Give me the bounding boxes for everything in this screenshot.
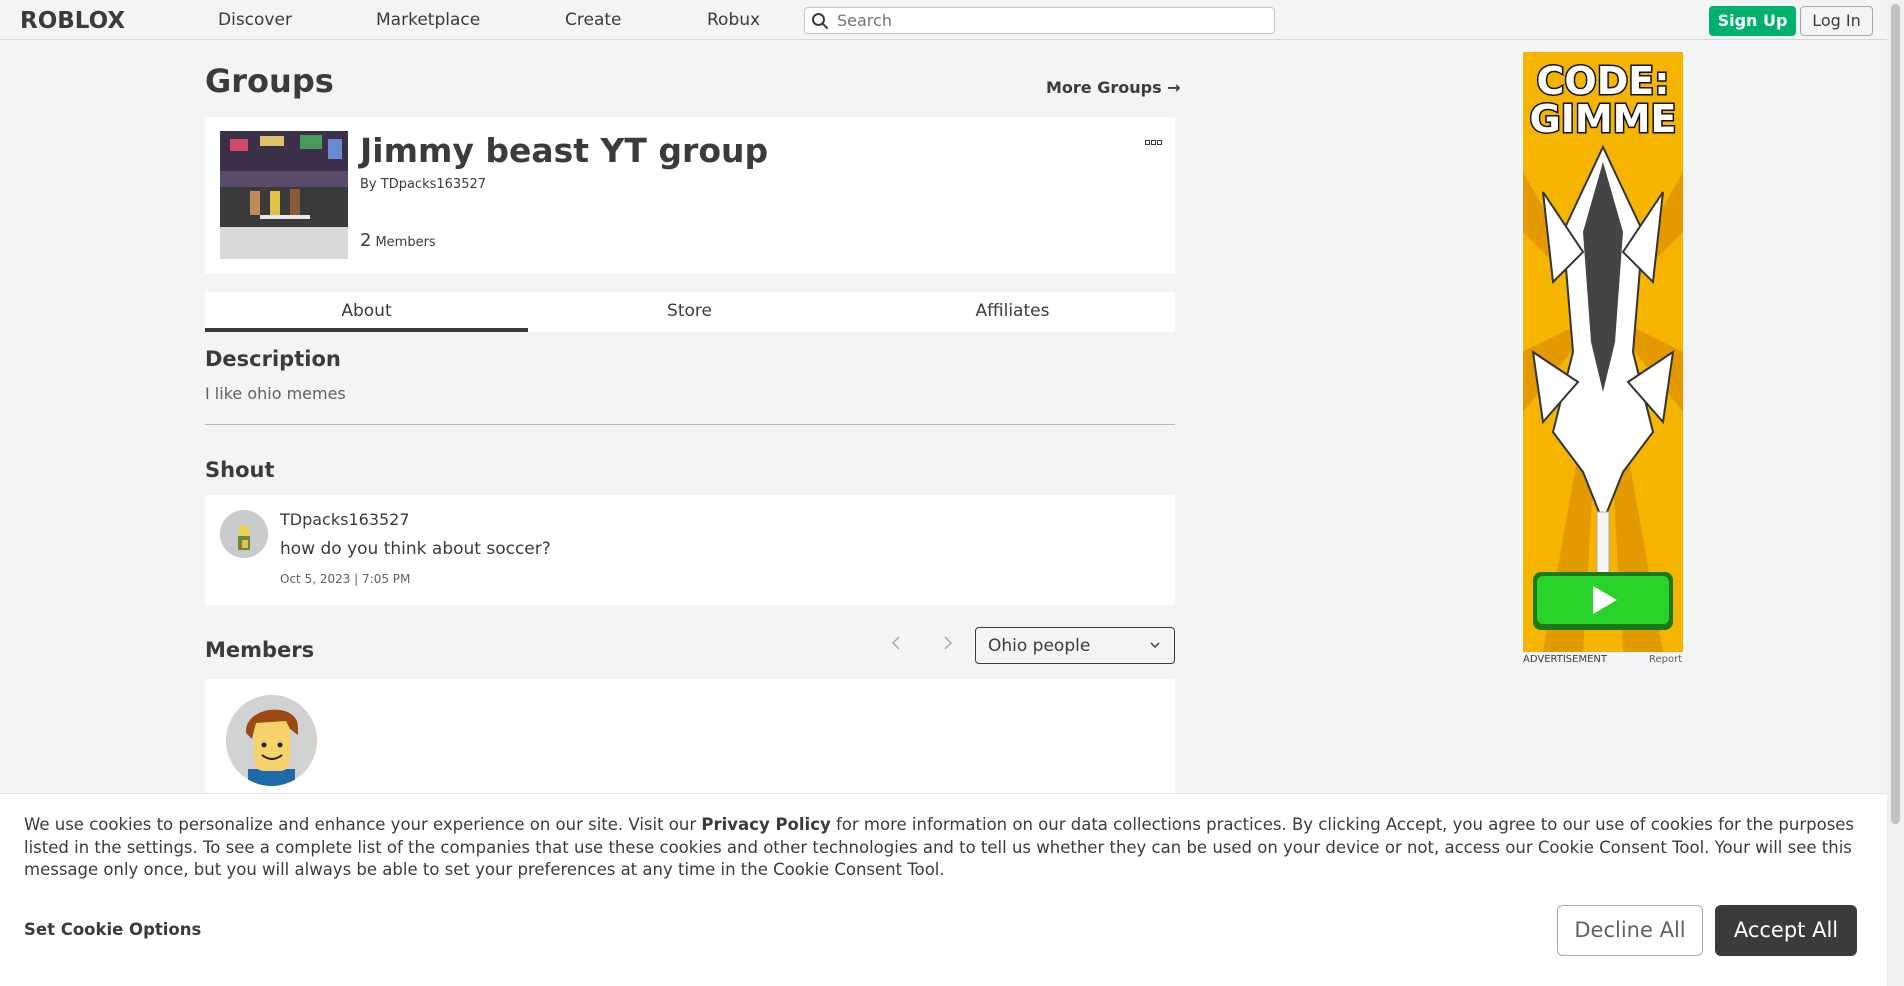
nav-marketplace[interactable]: Marketplace — [376, 10, 480, 30]
chevron-down-icon — [1150, 642, 1160, 649]
search-box[interactable] — [804, 7, 1275, 34]
scrollbar[interactable] — [1887, 0, 1904, 986]
tab-about[interactable]: About — [205, 292, 528, 332]
accept-all-button[interactable]: Accept All — [1715, 905, 1857, 956]
report-ad-link[interactable]: Report — [1649, 654, 1682, 665]
description-text: I like ohio memes — [205, 384, 346, 403]
ad-headline-2: GIMME — [1530, 97, 1677, 141]
by-prefix: By — [360, 177, 377, 192]
nav-create[interactable]: Create — [565, 10, 622, 30]
roblox-logo[interactable]: ROBLOX — [20, 8, 125, 34]
description-heading: Description — [205, 347, 341, 371]
group-owner-line: By TDpacks163527 — [360, 177, 486, 192]
top-navigation: ROBLOX Discover Marketplace Create Robux… — [0, 0, 1887, 40]
group-thumbnail — [220, 131, 348, 259]
search-icon — [812, 13, 828, 29]
search-input[interactable] — [837, 10, 1257, 31]
divider — [205, 424, 1175, 425]
shout-username[interactable]: TDpacks163527 — [280, 510, 410, 529]
advertisement-label: ADVERTISEMENT — [1523, 654, 1608, 665]
chevron-right-icon[interactable] — [938, 631, 958, 655]
role-dropdown[interactable]: Ohio people — [975, 627, 1175, 664]
member-count: 2 Members — [360, 230, 436, 251]
cookie-text: We use cookies to personalize and enhanc… — [24, 814, 1874, 882]
group-owner-link[interactable]: TDpacks163527 — [381, 177, 486, 192]
shout-card: TDpacks163527 how do you think about soc… — [205, 495, 1175, 605]
log-in-button[interactable]: Log In — [1800, 6, 1873, 36]
avatar[interactable] — [220, 510, 268, 558]
more-groups-link[interactable]: More Groups → — [1046, 78, 1181, 97]
cookie-text-before: We use cookies to personalize and enhanc… — [24, 815, 702, 834]
avatar[interactable] — [226, 695, 317, 786]
group-tabs: About Store Affiliates — [205, 292, 1175, 332]
sign-up-button[interactable]: Sign Up — [1709, 6, 1796, 36]
role-selected-value: Ohio people — [988, 636, 1091, 656]
member-count-label: Members — [375, 235, 436, 250]
chevron-left-icon[interactable] — [886, 631, 906, 655]
headline-text: CODE: GIMME — [1528, 58, 1678, 143]
tab-affiliates[interactable]: Affiliates — [851, 292, 1174, 332]
nav-discover[interactable]: Discover — [218, 10, 292, 30]
advertisement-banner[interactable]: CODE: GIMME — [1523, 52, 1683, 652]
shout-timestamp: Oct 5, 2023 | 7:05 PM — [280, 572, 411, 586]
nav-robux[interactable]: Robux — [707, 10, 760, 30]
more-dots-icon[interactable] — [1145, 135, 1163, 151]
cookie-banner: We use cookies to personalize and enhanc… — [0, 793, 1887, 986]
shout-message: how do you think about soccer? — [280, 539, 551, 559]
privacy-policy-link[interactable]: Privacy Policy — [701, 815, 830, 834]
page-title: Groups — [205, 62, 334, 100]
set-cookie-options-link[interactable]: Set Cookie Options — [24, 920, 201, 939]
member-count-value: 2 — [360, 230, 372, 251]
group-name: Jimmy beast YT group — [360, 131, 769, 170]
group-header-card: Jimmy beast YT group By TDpacks163527 2M… — [205, 117, 1175, 274]
shout-heading: Shout — [205, 458, 275, 482]
decline-all-button[interactable]: Decline All — [1557, 905, 1703, 956]
scrollbar-thumb[interactable] — [1891, 4, 1900, 824]
members-heading: Members — [205, 638, 315, 662]
tab-store[interactable]: Store — [528, 292, 851, 332]
